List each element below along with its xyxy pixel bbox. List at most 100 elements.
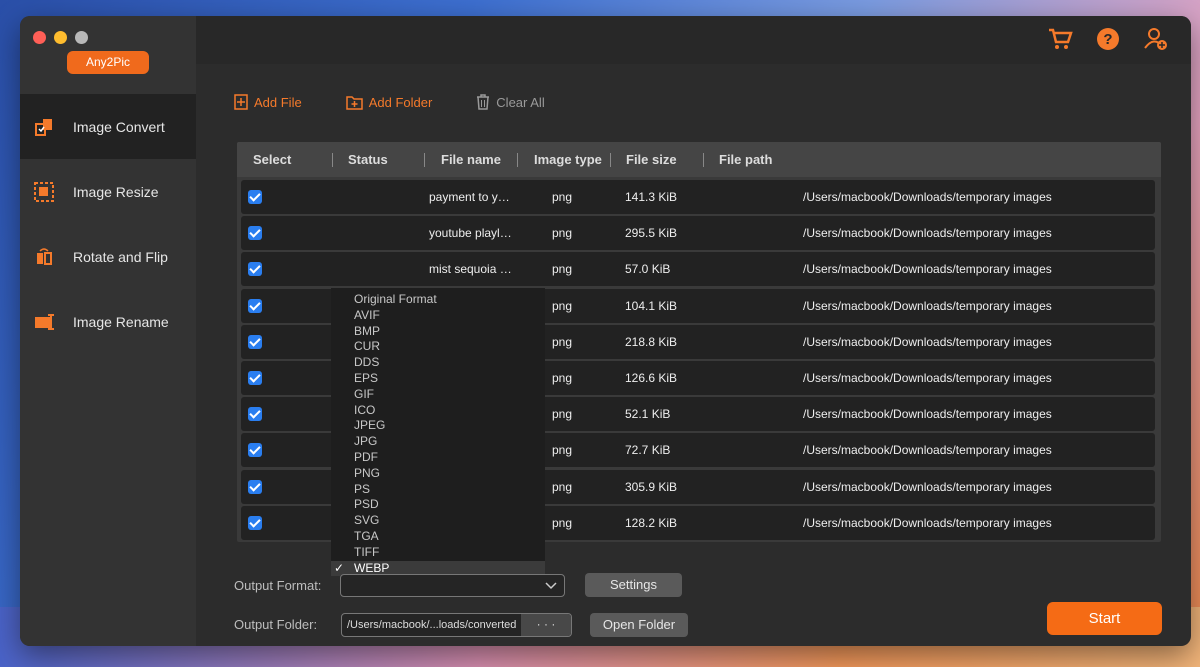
dropdown-options: Original Format AVIF BMP CUR DDS EPS GIF ICO JPE… <box>331 292 545 577</box>
format-option[interactable]: ICO <box>331 403 545 419</box>
format-option[interactable]: PDF <box>331 450 545 466</box>
sidebar-item-label: Image Convert <box>73 118 165 135</box>
format-option[interactable]: AVIF <box>331 308 545 324</box>
browse-folder-button[interactable]: · · · <box>521 614 571 636</box>
column-separator[interactable] <box>610 153 611 167</box>
format-option-label: DDS <box>354 355 380 370</box>
row-checkbox[interactable] <box>248 443 262 458</box>
row-checkbox[interactable] <box>248 371 262 385</box>
row-checkbox[interactable] <box>248 515 262 530</box>
row-image-type: png <box>552 407 573 422</box>
column-header-image-type[interactable]: Image type <box>534 152 602 167</box>
row-file-size: 295.5 KiB <box>625 226 678 241</box>
format-option[interactable]: PNG <box>331 466 545 482</box>
output-folder-field[interactable]: /Users/macbook/...loads/converted · · · <box>341 613 572 637</box>
column-header-file-name[interactable]: File name <box>441 152 501 167</box>
output-format-select[interactable] <box>340 574 565 597</box>
row-checkbox[interactable] <box>248 298 262 313</box>
format-option-label: PSD <box>354 497 379 512</box>
format-option[interactable]: SVG <box>331 513 545 529</box>
row-file-name: payment to y… <box>429 190 510 204</box>
sidebar-nav: Image Convert Image Resize Rotate and Fl… <box>20 94 196 354</box>
format-option[interactable]: Original Format <box>331 292 545 308</box>
format-option[interactable]: TIFF <box>331 545 545 561</box>
column-separator[interactable] <box>517 153 518 167</box>
open-folder-button[interactable]: Open Folder <box>590 613 688 637</box>
cart-icon[interactable] <box>1047 26 1073 52</box>
add-folder-button[interactable]: Add Folder <box>345 94 433 110</box>
minimize-window-button[interactable] <box>54 31 67 44</box>
row-checkbox[interactable] <box>248 226 262 241</box>
format-option-label: JPG <box>354 434 378 449</box>
chevron-down-icon <box>545 582 557 590</box>
format-option[interactable]: JPEG <box>331 418 545 434</box>
row-checkbox[interactable] <box>248 407 262 422</box>
sidebar-item-image-convert[interactable]: Image Convert <box>20 94 196 159</box>
format-option-label: PDF <box>354 449 378 464</box>
column-separator[interactable] <box>424 153 425 167</box>
account-icon[interactable] <box>1143 26 1169 52</box>
row-file-size: 141.3 KiB <box>625 190 678 204</box>
add-file-button[interactable]: Add File <box>234 94 302 110</box>
row-image-type: png <box>552 226 573 241</box>
format-option[interactable]: DDS <box>331 355 545 371</box>
toolbar: Add File Add Folder Clear All <box>234 94 589 110</box>
format-option-label: JPEG <box>354 418 386 433</box>
sidebar-item-rotate-flip[interactable]: Rotate and Flip <box>20 224 196 289</box>
column-header-file-path[interactable]: File path <box>719 152 772 167</box>
format-option[interactable]: PS <box>331 482 545 498</box>
sidebar-item-label: Image Resize <box>73 183 159 200</box>
row-image-type: png <box>552 443 573 458</box>
image-convert-icon <box>34 117 54 137</box>
format-option-label: SVG <box>354 513 380 528</box>
row-checkbox[interactable] <box>248 190 262 204</box>
add-folder-label: Add Folder <box>368 94 433 110</box>
column-header-status[interactable]: Status <box>348 152 388 167</box>
start-button[interactable]: Start <box>1047 602 1162 635</box>
sidebar-item-image-rename[interactable]: Image Rename <box>20 289 196 354</box>
format-option-label: BMP <box>354 323 381 338</box>
brand-button[interactable]: Any2Pic <box>67 51 149 74</box>
sidebar-item-label: Rotate and Flip <box>73 248 168 265</box>
sidebar-item-image-resize[interactable]: Image Resize <box>20 159 196 224</box>
row-checkbox[interactable] <box>248 334 262 349</box>
trash-icon <box>477 94 490 110</box>
row-file-size: 126.6 KiB <box>625 371 678 385</box>
settings-button[interactable]: Settings <box>585 573 682 597</box>
format-option[interactable]: EPS <box>331 371 545 387</box>
close-window-button[interactable] <box>33 31 46 44</box>
sidebar: Any2Pic Image Convert Image Resize Rotat… <box>20 16 196 646</box>
table-row[interactable]: mist sequoia … png 57.0 KiB/Users/macbook/… <box>241 252 1155 287</box>
row-checkbox[interactable] <box>248 262 262 277</box>
row-file-size: 128.2 KiB <box>625 515 678 530</box>
column-separator[interactable] <box>703 153 704 167</box>
format-option[interactable]: JPG <box>331 434 545 450</box>
format-option[interactable]: TGA <box>331 529 545 545</box>
row-checkbox[interactable] <box>248 479 262 494</box>
row-file-path: /Users/macbook/Downloads/temporary image… <box>803 407 1052 422</box>
help-icon[interactable]: ? <box>1095 26 1121 52</box>
table-row[interactable]: payment to y… png 141.3 KiB/Users/macbook/… <box>241 180 1155 214</box>
zoom-window-button[interactable] <box>75 31 88 44</box>
format-option[interactable]: GIF <box>331 387 545 403</box>
table-row[interactable]: youtube playl… png 295.5 KiB/Users/macbook… <box>241 216 1155 251</box>
format-option-label: WEBP <box>354 560 390 575</box>
format-option[interactable]: BMP <box>331 324 545 340</box>
row-image-type: png <box>552 298 573 313</box>
format-option-label: ICO <box>354 402 376 417</box>
output-folder-path: /Users/macbook/...loads/converted <box>347 619 517 631</box>
clear-all-button[interactable]: Clear All <box>476 94 545 110</box>
row-file-size: 218.8 KiB <box>625 334 678 349</box>
format-option[interactable]: CUR <box>331 339 545 355</box>
column-header-file-size[interactable]: File size <box>626 152 677 167</box>
format-option-label: PNG <box>354 465 381 480</box>
app-window: Any2Pic Image Convert Image Resize Rotat… <box>20 16 1191 646</box>
column-separator[interactable] <box>332 153 333 167</box>
column-header-select[interactable]: Select <box>253 152 291 167</box>
output-format-label: Output Format: <box>234 578 322 593</box>
add-file-icon <box>234 94 248 110</box>
row-image-type: png <box>552 479 573 494</box>
format-option[interactable]: PSD <box>331 497 545 513</box>
row-image-type: png <box>552 262 573 277</box>
row-file-path: /Users/macbook/Downloads/temporary image… <box>803 262 1052 277</box>
